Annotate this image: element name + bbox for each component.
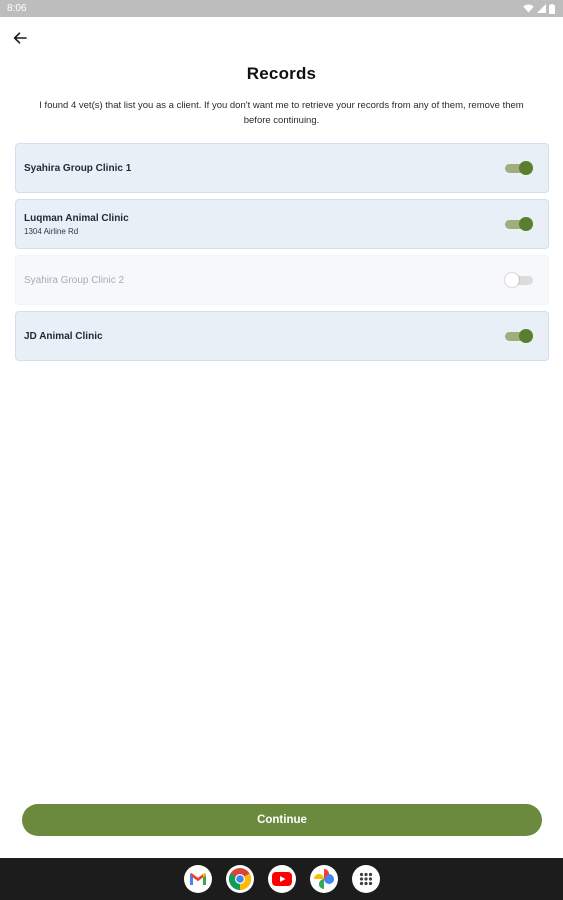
gmail-app[interactable] xyxy=(183,865,212,893)
chrome-icon xyxy=(228,868,251,890)
clinic-toggle[interactable] xyxy=(505,329,533,343)
app-drawer[interactable] xyxy=(351,865,380,893)
signal-icon xyxy=(537,4,546,13)
toggle-thumb xyxy=(519,329,533,343)
clinic-text: Syahira Group Clinic 2 xyxy=(24,275,124,286)
clinic-item[interactable]: Syahira Group Clinic 2 xyxy=(15,255,549,305)
photos-app[interactable] xyxy=(309,865,338,893)
clinic-item[interactable]: Syahira Group Clinic 1 xyxy=(15,143,549,193)
back-button[interactable] xyxy=(9,27,31,49)
continue-button[interactable]: Continue xyxy=(22,804,542,836)
clinic-text: Syahira Group Clinic 1 xyxy=(24,163,131,174)
clinic-item[interactable]: Luqman Animal Clinic 1304 Airline Rd xyxy=(15,199,549,249)
clinic-item[interactable]: JD Animal Clinic xyxy=(15,311,549,361)
intro-text: I found 4 vet(s) that list you as a clie… xyxy=(39,100,524,126)
clinic-address: 1304 Airline Rd xyxy=(24,226,79,236)
clinic-text: Luqman Animal Clinic 1304 Airline Rd xyxy=(24,213,129,236)
clinic-name: Syahira Group Clinic 1 xyxy=(24,162,132,174)
clinic-name: Syahira Group Clinic 2 xyxy=(24,274,125,286)
clinic-text: JD Animal Clinic xyxy=(24,331,103,342)
youtube-icon xyxy=(271,872,292,886)
page-title: Records xyxy=(246,64,317,83)
clinic-list: Syahira Group Clinic 1 Luqman Animal Cli… xyxy=(15,143,549,367)
navigation-bar xyxy=(0,858,563,900)
clinic-toggle[interactable] xyxy=(505,161,533,175)
clinic-toggle[interactable] xyxy=(505,273,533,287)
toggle-thumb xyxy=(505,273,519,287)
gmail-icon xyxy=(189,873,206,885)
chrome-app[interactable] xyxy=(225,865,254,893)
clinic-name: Luqman Animal Clinic xyxy=(24,212,129,224)
wifi-icon xyxy=(523,4,534,13)
status-icons xyxy=(523,3,555,14)
app-drawer-icon xyxy=(359,872,372,886)
toggle-thumb xyxy=(519,217,533,231)
youtube-app[interactable] xyxy=(267,865,296,893)
clinic-toggle[interactable] xyxy=(505,217,533,231)
status-bar: 8:06 xyxy=(0,0,563,17)
arrow-left-icon xyxy=(13,32,27,44)
clinic-name: JD Animal Clinic xyxy=(24,330,103,342)
battery-icon xyxy=(549,3,555,14)
photos-icon xyxy=(313,869,334,889)
toggle-thumb xyxy=(519,161,533,175)
status-time: 8:06 xyxy=(7,3,27,14)
